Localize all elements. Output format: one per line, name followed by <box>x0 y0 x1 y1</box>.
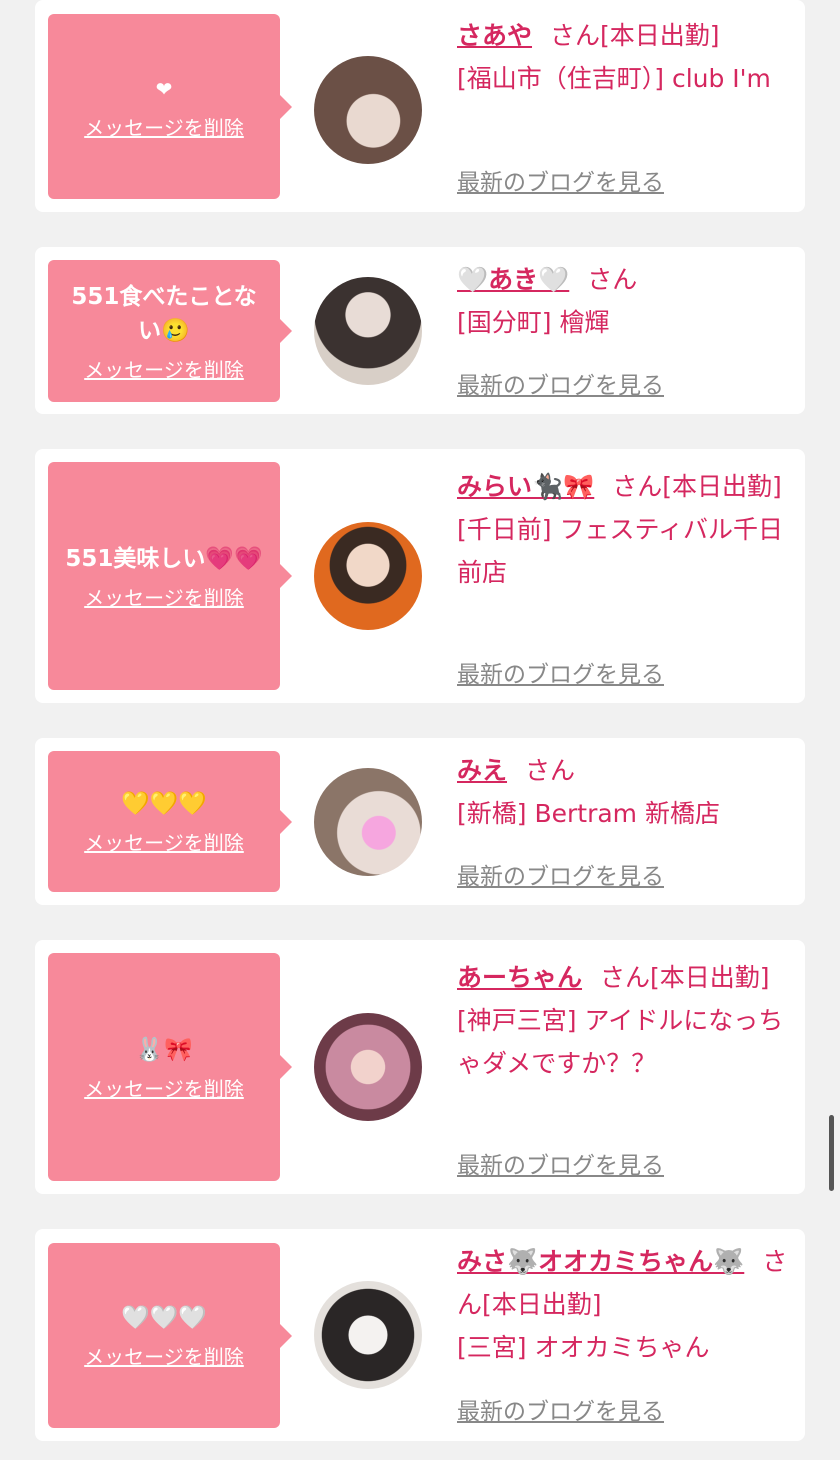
delete-message-link[interactable]: メッセージを削除 <box>84 827 244 856</box>
shop-location: [新橋] Bertram 新橋店 <box>457 799 720 828</box>
shop-location: [神戸三宮] アイドルになっちゃダメですか？？ <box>457 1006 784 1078</box>
shop-location: [福山市（住吉町）] club I'm <box>457 64 771 93</box>
delete-message-link[interactable]: メッセージを削除 <box>84 354 244 383</box>
message-bubble: 551美味しい💗💗 メッセージを削除 <box>48 462 292 690</box>
shop-location: [国分町] 檜輝 <box>457 308 610 337</box>
cast-card: 🤍🤍🤍 メッセージを削除 みさ🐺オオカミちゃん🐺 さん[本日出勤] [三宮] オオ… <box>35 1229 805 1441</box>
delete-message-link[interactable]: メッセージを削除 <box>84 1073 244 1102</box>
cast-card: 551食べたことない🥲 メッセージを削除 🤍あき🤍 さん [国分町] 檜輝 最新の… <box>35 247 805 414</box>
san-label: さん <box>550 21 601 50</box>
latest-blog-link[interactable]: 最新のブログを見る <box>457 1392 664 1426</box>
message-text: 551美味しい💗💗 <box>65 545 263 572</box>
avatar[interactable] <box>314 1281 422 1389</box>
latest-blog-link[interactable]: 最新のブログを見る <box>457 1146 664 1180</box>
message-bubble: 🤍🤍🤍 メッセージを削除 <box>48 1243 292 1428</box>
scrollbar[interactable] <box>829 1115 834 1191</box>
latest-blog-link[interactable]: 最新のブログを見る <box>457 163 664 197</box>
message-bubble: 551食べたことない🥲 メッセージを削除 <box>48 260 292 402</box>
today-status: [本日出勤] <box>650 963 770 992</box>
cast-name-link[interactable]: みさ🐺オオカミちゃん🐺 <box>457 1247 744 1276</box>
cast-info: さあや さん[本日出勤] [福山市（住吉町）] club I'm <box>457 14 792 100</box>
cast-info: みえ さん [新橋] Bertram 新橋店 <box>457 749 792 835</box>
cast-info: 🤍あき🤍 さん [国分町] 檜輝 <box>457 258 792 344</box>
message-text: 🤍🤍🤍 <box>121 1305 207 1331</box>
latest-blog-link[interactable]: 最新のブログを見る <box>457 366 664 400</box>
message-bubble: 💛💛💛 メッセージを削除 <box>48 751 292 892</box>
san-label: さん <box>587 265 638 294</box>
message-text: 🐰🎀 <box>135 1036 193 1063</box>
cast-name-link[interactable]: あーちゃん <box>457 963 582 992</box>
avatar[interactable] <box>314 522 422 630</box>
cast-name-link[interactable]: みえ <box>457 756 507 785</box>
cast-name-link[interactable]: 🤍あき🤍 <box>457 265 569 294</box>
cast-card: 551美味しい💗💗 メッセージを削除 みらい🐈‍⬛🎀 さん[本日出勤] [千日前]… <box>35 449 805 703</box>
san-label: さん <box>525 756 576 785</box>
today-status: [本日出勤] <box>600 21 720 50</box>
cast-card: 💛💛💛 メッセージを削除 みえ さん [新橋] Bertram 新橋店 最新のブロ… <box>35 738 805 905</box>
cast-name-link[interactable]: みらい🐈‍⬛🎀 <box>457 472 594 501</box>
latest-blog-link[interactable]: 最新のブログを見る <box>457 655 664 689</box>
cast-info: みらい🐈‍⬛🎀 さん[本日出勤] [千日前] フェスティバル千日前店 <box>457 465 792 594</box>
avatar[interactable] <box>314 1013 422 1121</box>
delete-message-link[interactable]: メッセージを削除 <box>84 1341 244 1370</box>
cast-info: あーちゃん さん[本日出勤] [神戸三宮] アイドルになっちゃダメですか？？ <box>457 956 792 1085</box>
cast-card: ❤ メッセージを削除 さあや さん[本日出勤] [福山市（住吉町）] club I… <box>35 0 805 212</box>
san-label: さん <box>612 472 663 501</box>
message-bubble: 🐰🎀 メッセージを削除 <box>48 953 292 1181</box>
cast-info: みさ🐺オオカミちゃん🐺 さん[本日出勤] [三宮] オオカミちゃん <box>457 1240 792 1369</box>
avatar[interactable] <box>314 277 422 385</box>
avatar[interactable] <box>314 56 422 164</box>
avatar[interactable] <box>314 768 422 876</box>
message-text: 💛💛💛 <box>121 791 207 817</box>
today-status: [本日出勤] <box>482 1290 602 1319</box>
message-text: ❤ <box>155 77 173 101</box>
shop-location: [千日前] フェスティバル千日前店 <box>457 515 783 587</box>
delete-message-link[interactable]: メッセージを削除 <box>84 582 244 611</box>
shop-location: [三宮] オオカミちゃん <box>457 1333 710 1362</box>
cast-card: 🐰🎀 メッセージを削除 あーちゃん さん[本日出勤] [神戸三宮] アイドルになっ… <box>35 940 805 1194</box>
message-bubble: ❤ メッセージを削除 <box>48 14 292 199</box>
message-text: 551食べたことない🥲 <box>71 283 257 344</box>
delete-message-link[interactable]: メッセージを削除 <box>84 112 244 141</box>
cast-name-link[interactable]: さあや <box>457 21 532 50</box>
san-label: さん <box>600 963 651 992</box>
latest-blog-link[interactable]: 最新のブログを見る <box>457 857 664 891</box>
today-status: [本日出勤] <box>662 472 782 501</box>
